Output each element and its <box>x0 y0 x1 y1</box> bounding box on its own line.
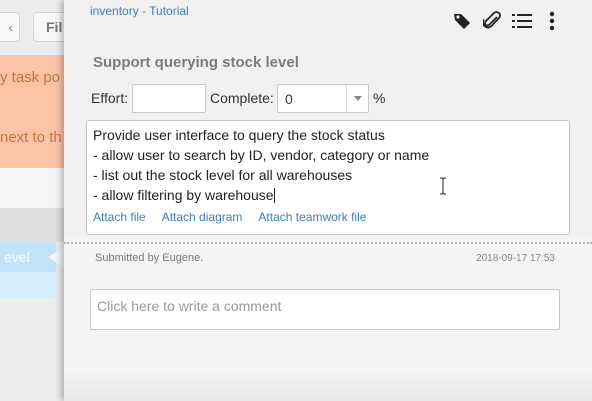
complete-select[interactable]: 0 <box>277 84 369 113</box>
description-line-text: - allow filtering by warehouse <box>93 187 274 203</box>
card-text: y task po <box>0 69 61 86</box>
effort-input[interactable] <box>132 84 206 113</box>
comment-input[interactable]: Click here to write a comment <box>90 289 560 330</box>
description-line-last: - allow filtering by warehouse <box>93 187 275 203</box>
pointer-arrow <box>48 247 64 267</box>
card-text: next to th <box>0 129 62 146</box>
effort-label: Effort: <box>91 90 129 106</box>
background-row <box>0 168 70 208</box>
task-detail-panel: inventory - Tutorial Support querying st… <box>64 0 592 401</box>
complete-value: 0 <box>285 91 293 107</box>
tag-icon[interactable] <box>452 10 472 32</box>
breadcrumb[interactable]: inventory - Tutorial <box>90 4 189 18</box>
chevron-down-icon[interactable] <box>346 85 368 112</box>
more-vertical-icon[interactable] <box>542 10 562 32</box>
percent-label: % <box>373 90 386 106</box>
paperclip-icon[interactable] <box>482 10 502 32</box>
background-lane <box>0 208 70 242</box>
attach-diagram-link[interactable]: Attach diagram <box>162 210 243 224</box>
complete-label: Complete: <box>210 90 274 106</box>
description-line: Provide user interface to query the stoc… <box>93 127 385 143</box>
submitted-by: Submitted by Eugene. <box>95 252 204 264</box>
submitted-date: 2018-09-17 17:53 <box>476 253 555 264</box>
description-editor[interactable]: Provide user interface to query the stoc… <box>86 120 570 235</box>
list-icon[interactable] <box>512 10 532 32</box>
attach-file-link[interactable]: Attach file <box>93 210 146 224</box>
dotted-divider <box>64 236 592 244</box>
background-task-card[interactable]: y task po next to th <box>0 55 70 168</box>
text-caret <box>273 188 275 203</box>
background-button[interactable]: ‹ <box>0 12 20 42</box>
text-cursor-icon <box>440 177 446 195</box>
toolbar <box>452 10 562 32</box>
task-title[interactable]: Support querying stock level <box>93 54 299 71</box>
attach-teamwork-file-link[interactable]: Attach teamwork file <box>258 210 366 224</box>
description-line: - list out the stock level for all wareh… <box>93 167 353 183</box>
lane-tab-row <box>0 272 56 298</box>
description-line: - allow user to search by ID, vendor, ca… <box>93 147 430 163</box>
panel-footer <box>64 370 592 401</box>
attach-links: Attach file Attach diagram Attach teamwo… <box>93 210 366 224</box>
